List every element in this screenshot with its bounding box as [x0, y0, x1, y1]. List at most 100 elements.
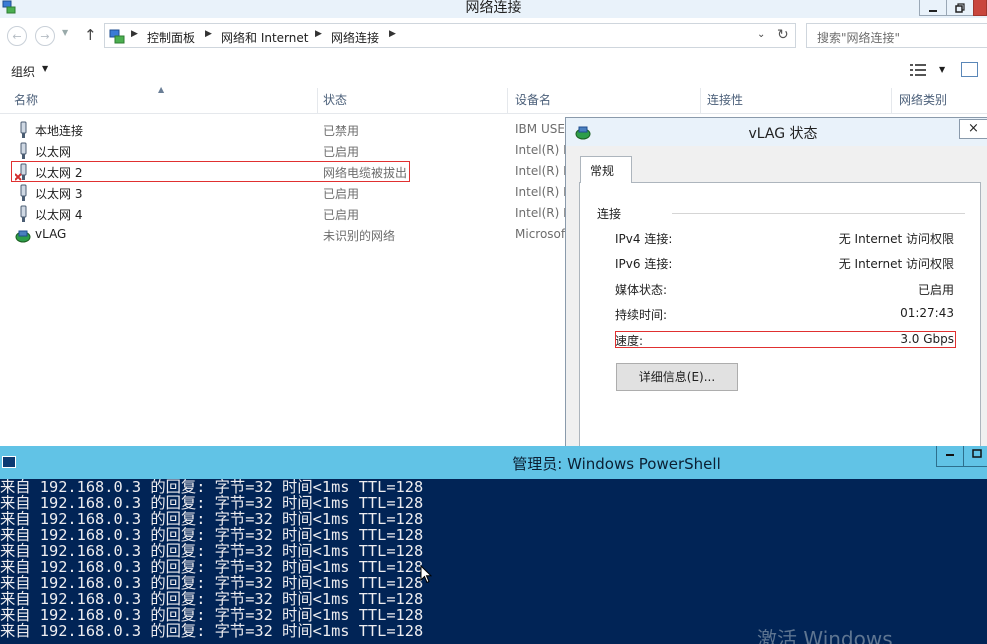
- column-header-connectivity[interactable]: 连接性: [701, 88, 892, 114]
- preview-pane-icon[interactable]: [961, 62, 978, 77]
- console-line: 来自 192.168.0.3 的回复: 字节=32 时间<1ms TTL=128: [0, 622, 424, 640]
- row-name: 以太网: [35, 145, 72, 159]
- maximize-button[interactable]: [963, 446, 987, 467]
- powershell-title: 管理员: Windows PowerShell: [512, 455, 721, 473]
- close-button[interactable]: ×: [959, 119, 987, 139]
- ipv6-label: IPv6 连接:: [615, 257, 673, 271]
- ipv4-value: 无 Internet 访问权限: [838, 232, 954, 246]
- address-toolbar: ← → ▼ ↑ ▶ 控制面板 ▶ 网络和 Internet ▶ 网络连接 ▶ ⌄…: [0, 18, 987, 52]
- organize-button[interactable]: 组织: [11, 63, 35, 80]
- powershell-window: 管理员: Windows PowerShell 来自 192.168.0.3 的…: [0, 446, 987, 644]
- duration-value: 01:27:43: [900, 306, 954, 320]
- dialog-title: vLAG 状态: [748, 126, 818, 142]
- media-state-label: 媒体状态:: [615, 283, 668, 297]
- explorer-titlebar[interactable]: 网络连接: [0, 0, 987, 18]
- chevron-down-icon[interactable]: ▼: [939, 65, 945, 74]
- list-item[interactable]: 以太网 4 已启用 Intel(R) I: [0, 203, 570, 224]
- row-name: 以太网 4: [35, 208, 83, 222]
- column-header-name[interactable]: 名称: [0, 88, 318, 114]
- row-device: Intel(R) I: [515, 185, 567, 199]
- breadcrumb-network-internet[interactable]: 网络和 Internet: [221, 29, 308, 46]
- details-button[interactable]: 详细信息(E)...: [616, 363, 738, 391]
- minimize-button[interactable]: [919, 0, 947, 16]
- chevron-down-icon[interactable]: ⌄: [757, 29, 765, 40]
- dialog-titlebar[interactable]: vLAG 状态 ×: [566, 118, 987, 146]
- duration-label: 持续时间:: [615, 308, 668, 322]
- powershell-titlebar[interactable]: 管理员: Windows PowerShell: [0, 446, 987, 479]
- recent-locations-icon[interactable]: ▼: [62, 28, 68, 37]
- chevron-down-icon[interactable]: ▼: [42, 64, 48, 73]
- list-item[interactable]: 以太网 3 已启用 Intel(R) I: [0, 182, 570, 203]
- row-status: 已启用: [323, 145, 360, 159]
- row-device: Microsof: [515, 227, 566, 241]
- breadcrumb-chevron-icon[interactable]: ▶: [315, 29, 322, 39]
- network-adapter-icon: [20, 121, 27, 138]
- team-adapter-icon: [15, 230, 31, 243]
- maximize-icon: [972, 449, 982, 458]
- list-item[interactable]: vLAG 未识别的网络 Microsof: [0, 224, 570, 245]
- command-bar: 组织 ▼ ▼: [0, 55, 987, 85]
- console-line: 来自 192.168.0.3 的回复: 字节=32 时间<1ms TTL=128: [0, 542, 424, 560]
- up-arrow-icon[interactable]: ↑: [84, 26, 97, 44]
- breadcrumb-chevron-icon[interactable]: ▶: [131, 29, 138, 39]
- ipv4-label: IPv4 连接:: [615, 232, 673, 246]
- column-header-device[interactable]: 设备名: [508, 88, 701, 114]
- back-button[interactable]: ←: [7, 26, 27, 46]
- forward-button[interactable]: →: [35, 26, 55, 46]
- row-status: 已禁用: [323, 124, 360, 138]
- view-options-icon[interactable]: [910, 64, 926, 76]
- row-device: Intel(R) I: [515, 164, 567, 178]
- activation-watermark: 激活 Windows: [757, 627, 893, 644]
- breadcrumb-network-connections[interactable]: 网络连接: [331, 29, 379, 46]
- maximize-button[interactable]: [946, 0, 974, 16]
- row-status: 已启用: [323, 208, 360, 222]
- highlight-box: [615, 331, 956, 348]
- forward-arrow-icon: →: [40, 29, 50, 43]
- group-divider: [672, 213, 965, 214]
- restore-icon: [955, 2, 965, 13]
- explorer-title: 网络连接: [465, 0, 522, 16]
- breadcrumb-control-panel[interactable]: 控制面板: [147, 29, 195, 46]
- mouse-cursor-icon: [420, 565, 432, 584]
- column-header-status[interactable]: 状态: [318, 88, 508, 114]
- control-panel-icon: [109, 29, 125, 44]
- row-device: IBM USE: [515, 122, 565, 136]
- row-name: vLAG: [35, 227, 67, 241]
- network-adapter-icon: [20, 142, 27, 159]
- list-item[interactable]: 以太网 已启用 Intel(R) I: [0, 140, 570, 161]
- address-bar[interactable]: ▶ 控制面板 ▶ 网络和 Internet ▶ 网络连接 ▶ ⌄ ↻: [104, 23, 796, 48]
- network-adapter-icon: [20, 184, 27, 201]
- group-label-connection: 连接: [597, 207, 622, 221]
- console-line: 来自 192.168.0.3 的回复: 字节=32 时间<1ms TTL=128: [0, 606, 424, 624]
- minimize-icon: [946, 454, 954, 456]
- column-header-category[interactable]: 网络类别: [892, 88, 987, 114]
- row-device: Intel(R) I: [515, 143, 567, 157]
- console-output[interactable]: 来自 192.168.0.3 的回复: 字节=32 时间<1ms TTL=128…: [0, 479, 987, 644]
- network-adapter-icon: [20, 205, 27, 222]
- search-input[interactable]: 搜索"网络连接": [806, 23, 987, 48]
- console-line: 来自 192.168.0.3 的回复: 字节=32 时间<1ms TTL=128: [0, 574, 424, 592]
- row-name: 本地连接: [35, 124, 84, 138]
- tab-general[interactable]: 常规: [580, 156, 632, 183]
- console-line: 来自 192.168.0.3 的回复: 字节=32 时间<1ms TTL=128: [0, 558, 424, 576]
- close-button[interactable]: [973, 0, 987, 16]
- console-line: 来自 192.168.0.3 的回复: 字节=32 时间<1ms TTL=128: [0, 526, 424, 544]
- media-state-value: 已启用: [917, 283, 954, 297]
- breadcrumb-chevron-icon[interactable]: ▶: [205, 29, 212, 39]
- console-line: 来自 192.168.0.3 的回复: 字节=32 时间<1ms TTL=128: [0, 590, 424, 608]
- vlag-status-dialog: vLAG 状态 × 常规 连接 IPv4 连接: 无 Internet 访问权限…: [565, 117, 987, 458]
- console-line: 来自 192.168.0.3 的回复: 字节=32 时间<1ms TTL=128: [0, 494, 424, 512]
- console-line: 来自 192.168.0.3 的回复: 字节=32 时间<1ms TTL=128: [0, 479, 424, 496]
- search-placeholder: 搜索"网络连接": [817, 31, 901, 45]
- list-item[interactable]: 本地连接 已禁用 IBM USE: [0, 119, 570, 140]
- column-header-row: ▲ 名称 状态 设备名 连接性 网络类别: [0, 85, 987, 114]
- row-device: Intel(R) I: [515, 206, 567, 220]
- highlight-box: [11, 161, 410, 182]
- close-icon: ×: [968, 121, 979, 136]
- row-status: 已启用: [323, 187, 360, 201]
- back-arrow-icon: ←: [12, 29, 22, 43]
- minimize-button[interactable]: [936, 446, 964, 467]
- row-status: 未识别的网络: [323, 229, 396, 243]
- breadcrumb-chevron-icon[interactable]: ▶: [389, 29, 396, 39]
- refresh-icon[interactable]: ↻: [777, 27, 789, 43]
